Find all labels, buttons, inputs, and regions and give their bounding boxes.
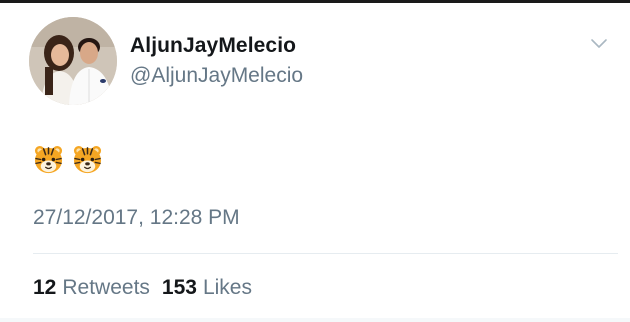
tiger-face-icon — [34, 145, 63, 174]
tweet-stats: 12 Retweets 153 Likes — [33, 276, 252, 300]
divider — [33, 253, 618, 254]
retweets-stat[interactable]: 12 Retweets — [33, 276, 150, 300]
avatar[interactable] — [29, 17, 117, 105]
retweets-count: 12 — [33, 276, 57, 299]
chevron-down-icon[interactable] — [588, 36, 610, 52]
display-name[interactable]: AljunJayMelecio — [130, 34, 296, 58]
likes-label: Likes — [202, 276, 252, 299]
likes-stat[interactable]: 153 Likes — [162, 276, 252, 300]
tweet-timestamp[interactable]: 27/12/2017, 12:28 PM — [33, 206, 240, 230]
likes-count: 153 — [161, 276, 197, 299]
tiger-face-icon — [73, 145, 102, 174]
tweet-text — [33, 144, 103, 178]
user-handle[interactable]: @AljunJayMelecio — [130, 64, 303, 88]
bottom-divider — [0, 318, 630, 322]
tweet-card: AljunJayMelecio @AljunJayMelecio 27/12/2… — [0, 0, 630, 322]
retweets-label: Retweets — [62, 276, 150, 299]
avatar-photo — [29, 17, 117, 105]
